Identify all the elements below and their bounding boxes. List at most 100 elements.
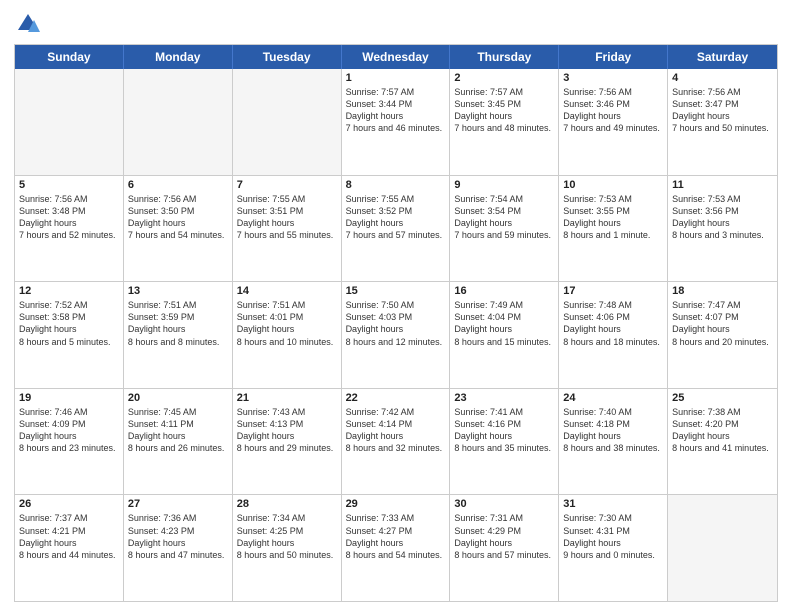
sunrise-label: Sunrise: 7:33 AM: [346, 513, 415, 523]
sunrise-label: Sunrise: 7:55 AM: [346, 194, 415, 204]
day-number: 31: [563, 498, 663, 510]
sunrise-label: Sunrise: 7:57 AM: [346, 87, 415, 97]
daylight-label: Daylight hours: [237, 324, 295, 334]
daylight-value: 8 hours and 15 minutes.: [454, 337, 551, 347]
sunset-label: Sunset: 4:09 PM: [19, 419, 86, 429]
sunrise-label: Sunrise: 7:56 AM: [128, 194, 197, 204]
empty-cell: [15, 69, 124, 175]
sunset-label: Sunset: 4:14 PM: [346, 419, 413, 429]
day-cell-18: 18Sunrise: 7:47 AMSunset: 4:07 PMDayligh…: [668, 282, 777, 388]
logo: [14, 10, 46, 38]
day-header-thursday: Thursday: [450, 45, 559, 69]
day-info: Sunrise: 7:55 AMSunset: 3:52 PMDaylight …: [346, 193, 446, 242]
daylight-label: Daylight hours: [454, 218, 512, 228]
sunset-label: Sunset: 4:18 PM: [563, 419, 630, 429]
daylight-label: Daylight hours: [346, 218, 404, 228]
day-number: 11: [672, 179, 773, 191]
day-cell-21: 21Sunrise: 7:43 AMSunset: 4:13 PMDayligh…: [233, 389, 342, 495]
day-info: Sunrise: 7:57 AMSunset: 3:45 PMDaylight …: [454, 86, 554, 135]
sunrise-label: Sunrise: 7:48 AM: [563, 300, 632, 310]
sunrise-label: Sunrise: 7:36 AM: [128, 513, 197, 523]
sunset-label: Sunset: 4:06 PM: [563, 312, 630, 322]
daylight-value: 8 hours and 38 minutes.: [563, 443, 660, 453]
daylight-label: Daylight hours: [237, 218, 295, 228]
sunset-label: Sunset: 4:11 PM: [128, 419, 194, 429]
daylight-value: 8 hours and 57 minutes.: [454, 550, 551, 560]
daylight-label: Daylight hours: [346, 431, 404, 441]
sunset-label: Sunset: 4:20 PM: [672, 419, 739, 429]
sunrise-label: Sunrise: 7:49 AM: [454, 300, 523, 310]
day-info: Sunrise: 7:56 AMSunset: 3:46 PMDaylight …: [563, 86, 663, 135]
daylight-label: Daylight hours: [19, 324, 77, 334]
day-number: 26: [19, 498, 119, 510]
day-info: Sunrise: 7:45 AM Sunset: 4:11 PM Daylight …: [128, 406, 228, 455]
sunrise-label: Sunrise: 7:53 AM: [672, 194, 741, 204]
day-info: Sunrise: 7:54 AM Sunset: 3:54 PM Daylight …: [454, 193, 554, 242]
sunset-label: Sunset: 3:46 PM: [563, 99, 630, 109]
daylight-label: Daylight hours: [563, 431, 621, 441]
calendar: SundayMondayTuesdayWednesdayThursdayFrid…: [14, 44, 778, 602]
daylight-value: 8 hours and 23 minutes.: [19, 443, 116, 453]
day-cell-12: 12Sunrise: 7:52 AMSunset: 3:58 PMDayligh…: [15, 282, 124, 388]
sunrise-label: Sunrise: 7:47 AM: [672, 300, 741, 310]
day-cell-1: 1Sunrise: 7:57 AMSunset: 3:44 PMDaylight…: [342, 69, 451, 175]
day-number: 24: [563, 392, 663, 404]
day-cell-11: 11Sunrise: 7:53 AMSunset: 3:56 PMDayligh…: [668, 176, 777, 282]
daylight-value: 8 hours and 29 minutes.: [237, 443, 334, 453]
daylight-value: 8 hours and 3 minutes.: [672, 230, 764, 240]
sunset-label: Sunset: 4:07 PM: [672, 312, 739, 322]
sunrise-label: Sunrise: 7:42 AM: [346, 407, 415, 417]
day-number: 8: [346, 179, 446, 191]
day-cell-19: 19Sunrise: 7:46 AMSunset: 4:09 PMDayligh…: [15, 389, 124, 495]
day-cell-3: 3Sunrise: 7:56 AMSunset: 3:46 PMDaylight…: [559, 69, 668, 175]
sunrise-label: Sunrise: 7:41 AM: [454, 407, 523, 417]
daylight-label: Daylight hours: [563, 538, 621, 548]
sunset-label: Sunset: 4:03 PM: [346, 312, 413, 322]
day-info: Sunrise: 7:37 AMSunset: 4:21 PMDaylight …: [19, 512, 119, 561]
week-row-3: 12Sunrise: 7:52 AMSunset: 3:58 PMDayligh…: [15, 282, 777, 389]
day-number: 13: [128, 285, 228, 297]
daylight-value: 7 hours and 55 minutes.: [237, 230, 334, 240]
daylight-value: 8 hours and 18 minutes.: [563, 337, 660, 347]
sunset-label: Sunset: 4:04 PM: [454, 312, 521, 322]
day-cell-10: 10Sunrise: 7:53 AMSunset: 3:55 PMDayligh…: [559, 176, 668, 282]
sunrise-label: Sunrise: 7:54 AM: [454, 194, 523, 204]
sunset-label: Sunset: 3:54 PM: [454, 206, 521, 216]
daylight-label: Daylight hours: [672, 111, 730, 121]
daylight-label: Daylight hours: [237, 431, 295, 441]
day-info: Sunrise: 7:43 AMSunset: 4:13 PMDaylight …: [237, 406, 337, 455]
daylight-value: 8 hours and 47 minutes.: [128, 550, 225, 560]
day-number: 25: [672, 392, 773, 404]
day-cell-25: 25Sunrise: 7:38 AMSunset: 4:20 PMDayligh…: [668, 389, 777, 495]
day-number: 28: [237, 498, 337, 510]
day-cell-13: 13 Sunrise: 7:51 AMSunset: 3:59 PMDayligh…: [124, 282, 233, 388]
day-headers: SundayMondayTuesdayWednesdayThursdayFrid…: [15, 45, 777, 69]
sunrise-label: Sunrise: 7:45 AM: [128, 407, 197, 417]
daylight-label: Daylight hours: [19, 218, 77, 228]
sunset-label: Sunset: 4:13 PM: [237, 419, 304, 429]
daylight-label: Daylight hours: [454, 538, 512, 548]
daylight-value: 7 hours and 59 minutes.: [454, 230, 551, 240]
day-number: 2: [454, 72, 554, 84]
daylight-label: Daylight hours: [563, 218, 621, 228]
sunrise-label: Sunrise: 7:38 AM: [672, 407, 741, 417]
daylight-label: Daylight hours: [128, 538, 186, 548]
day-info: Sunrise: 7:31 AMSunset: 4:29 PMDaylight …: [454, 512, 554, 561]
sunrise-label: Sunrise: 7:56 AM: [563, 87, 632, 97]
sunset-label: Sunset: 3:45 PM: [454, 99, 521, 109]
empty-cell: [233, 69, 342, 175]
daylight-label: Daylight hours: [128, 431, 186, 441]
sunrise-label: Sunrise: 7:37 AM: [19, 513, 88, 523]
day-cell-29: 29Sunrise: 7:33 AMSunset: 4:27 PMDayligh…: [342, 495, 451, 601]
week-row-5: 26 Sunrise: 7:37 AMSunset: 4:21 PMDayligh…: [15, 495, 777, 601]
daylight-value: 9 hours and 0 minutes.: [563, 550, 655, 560]
daylight-value: 7 hours and 57 minutes.: [346, 230, 443, 240]
day-info: Sunrise: 7:56 AMSunset: 3:47 PMDaylight …: [672, 86, 773, 135]
day-info: Sunrise: 7:51 AMSunset: 3:59 PMDaylight …: [128, 299, 228, 348]
daylight-label: Daylight hours: [19, 431, 77, 441]
day-cell-8: 8 Sunrise: 7:55 AMSunset: 3:52 PMDaylight…: [342, 176, 451, 282]
day-header-monday: Monday: [124, 45, 233, 69]
day-cell-24: 24Sunrise: 7:40 AMSunset: 4:18 PMDayligh…: [559, 389, 668, 495]
day-number: 18: [672, 285, 773, 297]
sunset-label: Sunset: 4:25 PM: [237, 526, 304, 536]
